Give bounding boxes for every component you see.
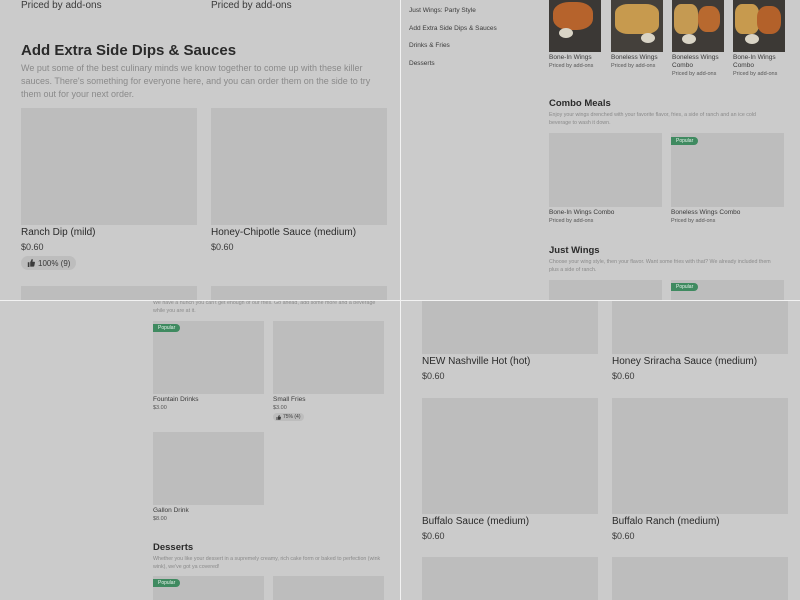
priced-label: Priced by add-ons	[21, 0, 102, 11]
item-image[interactable]	[153, 432, 264, 505]
item-sub: Priced by add-ons	[611, 63, 656, 69]
item-price: $0.60	[211, 242, 234, 252]
item-image[interactable]	[422, 398, 598, 514]
item-image[interactable]	[549, 133, 662, 207]
section-title-desserts: Desserts	[153, 542, 194, 553]
item-image[interactable]	[549, 280, 662, 300]
item-sub: Priced by add-ons	[549, 218, 594, 224]
item-image[interactable]	[21, 286, 197, 300]
item-price: $0.60	[422, 531, 445, 541]
item-image[interactable]	[733, 0, 785, 52]
item-price: $0.60	[612, 371, 635, 381]
item-name[interactable]: Bone-In Wings	[549, 54, 605, 61]
section-description: Choose your wing style, then your flavor…	[549, 259, 771, 273]
thumbs-up-icon	[27, 259, 35, 267]
quadrant-drinks-fries: We have a hunch you can't get enough of …	[0, 301, 400, 600]
item-image[interactable]	[422, 301, 598, 354]
nav-item-just-wings-party[interactable]: Just Wings: Party Style	[409, 7, 476, 14]
item-name[interactable]: Boneless Wings	[611, 54, 667, 61]
rating-text: 100% (9)	[38, 258, 71, 268]
item-sub: Priced by add-ons	[733, 71, 778, 77]
rating-text: 75% (4)	[283, 414, 301, 420]
rating-pill: 100% (9)	[21, 256, 77, 270]
quadrant-sauces-top: Priced by add-ons Priced by add-ons Add …	[0, 0, 400, 300]
section-title-combo: Combo Meals	[549, 98, 611, 109]
section-title-just-wings: Just Wings	[549, 245, 600, 256]
thumbs-up-icon	[276, 414, 281, 420]
nav-item-drinks-fries[interactable]: Drinks & Fries	[409, 42, 450, 49]
item-image[interactable]	[612, 398, 788, 514]
item-image[interactable]	[422, 557, 598, 600]
section-description: We put some of the best culinary minds w…	[21, 63, 371, 99]
item-name[interactable]: Buffalo Ranch (medium)	[612, 516, 720, 527]
item-price: $3.00	[273, 405, 287, 411]
item-image[interactable]	[611, 0, 663, 52]
popular-badge: Popular	[153, 324, 181, 332]
item-name[interactable]: Fountain Drinks	[153, 396, 199, 403]
item-image[interactable]	[211, 108, 387, 225]
item-image[interactable]	[273, 321, 384, 394]
item-sub: Priced by add-ons	[549, 63, 594, 69]
item-image[interactable]	[672, 0, 724, 52]
section-description: Whether you like your dessert in a supre…	[153, 556, 381, 570]
item-image[interactable]	[273, 576, 384, 600]
item-sub: Priced by add-ons	[671, 218, 716, 224]
item-name[interactable]: Honey Sriracha Sauce (medium)	[612, 356, 757, 367]
quadrant-menu-nav: Just Wings: Party Style Add Extra Side D…	[401, 0, 800, 300]
item-image[interactable]	[612, 301, 788, 354]
item-image[interactable]	[549, 0, 601, 52]
popular-badge: Popular	[671, 137, 699, 145]
popular-badge: Popular	[671, 283, 699, 291]
nav-item-desserts[interactable]: Desserts	[409, 60, 435, 67]
item-sub: Priced by add-ons	[672, 71, 717, 77]
item-name[interactable]: Buffalo Sauce (medium)	[422, 516, 529, 527]
item-price: $3.00	[153, 405, 167, 411]
item-price: $0.60	[612, 531, 635, 541]
priced-label: Priced by add-ons	[211, 0, 292, 11]
popular-badge: Popular	[153, 579, 181, 587]
item-image[interactable]	[21, 108, 197, 225]
quadrant-sauces-bottom: NEW Nashville Hot (hot) $0.60 Honey Srir…	[401, 301, 800, 600]
item-name[interactable]: Boneless Wings Combo	[671, 209, 740, 216]
item-price: $0.60	[422, 371, 445, 381]
grid-divider-horizontal	[0, 300, 800, 301]
item-name[interactable]: Bone-In Wings Combo	[549, 209, 614, 216]
item-image[interactable]	[211, 286, 387, 300]
item-name[interactable]: Small Fries	[273, 396, 306, 403]
section-title-sauces: Add Extra Side Dips & Sauces	[21, 42, 237, 59]
item-name[interactable]: NEW Nashville Hot (hot)	[422, 356, 530, 367]
item-price: $8.00	[153, 516, 167, 522]
item-price: $0.60	[21, 242, 44, 252]
item-name[interactable]: Ranch Dip (mild)	[21, 227, 95, 238]
nav-item-sauces[interactable]: Add Extra Side Dips & Sauces	[409, 25, 497, 32]
section-description: Enjoy your wings drenched with your favo…	[549, 112, 756, 126]
rating-pill: 75% (4)	[273, 413, 304, 421]
item-name[interactable]: Gallon Drink	[153, 507, 189, 514]
item-name[interactable]: Boneless Wings Combo	[672, 54, 728, 70]
section-description: We have a hunch you can't get enough of …	[153, 301, 376, 314]
item-image[interactable]	[612, 557, 788, 600]
item-name[interactable]: Bone-In Wings Combo	[733, 54, 789, 70]
item-name[interactable]: Honey-Chipotle Sauce (medium)	[211, 227, 356, 238]
